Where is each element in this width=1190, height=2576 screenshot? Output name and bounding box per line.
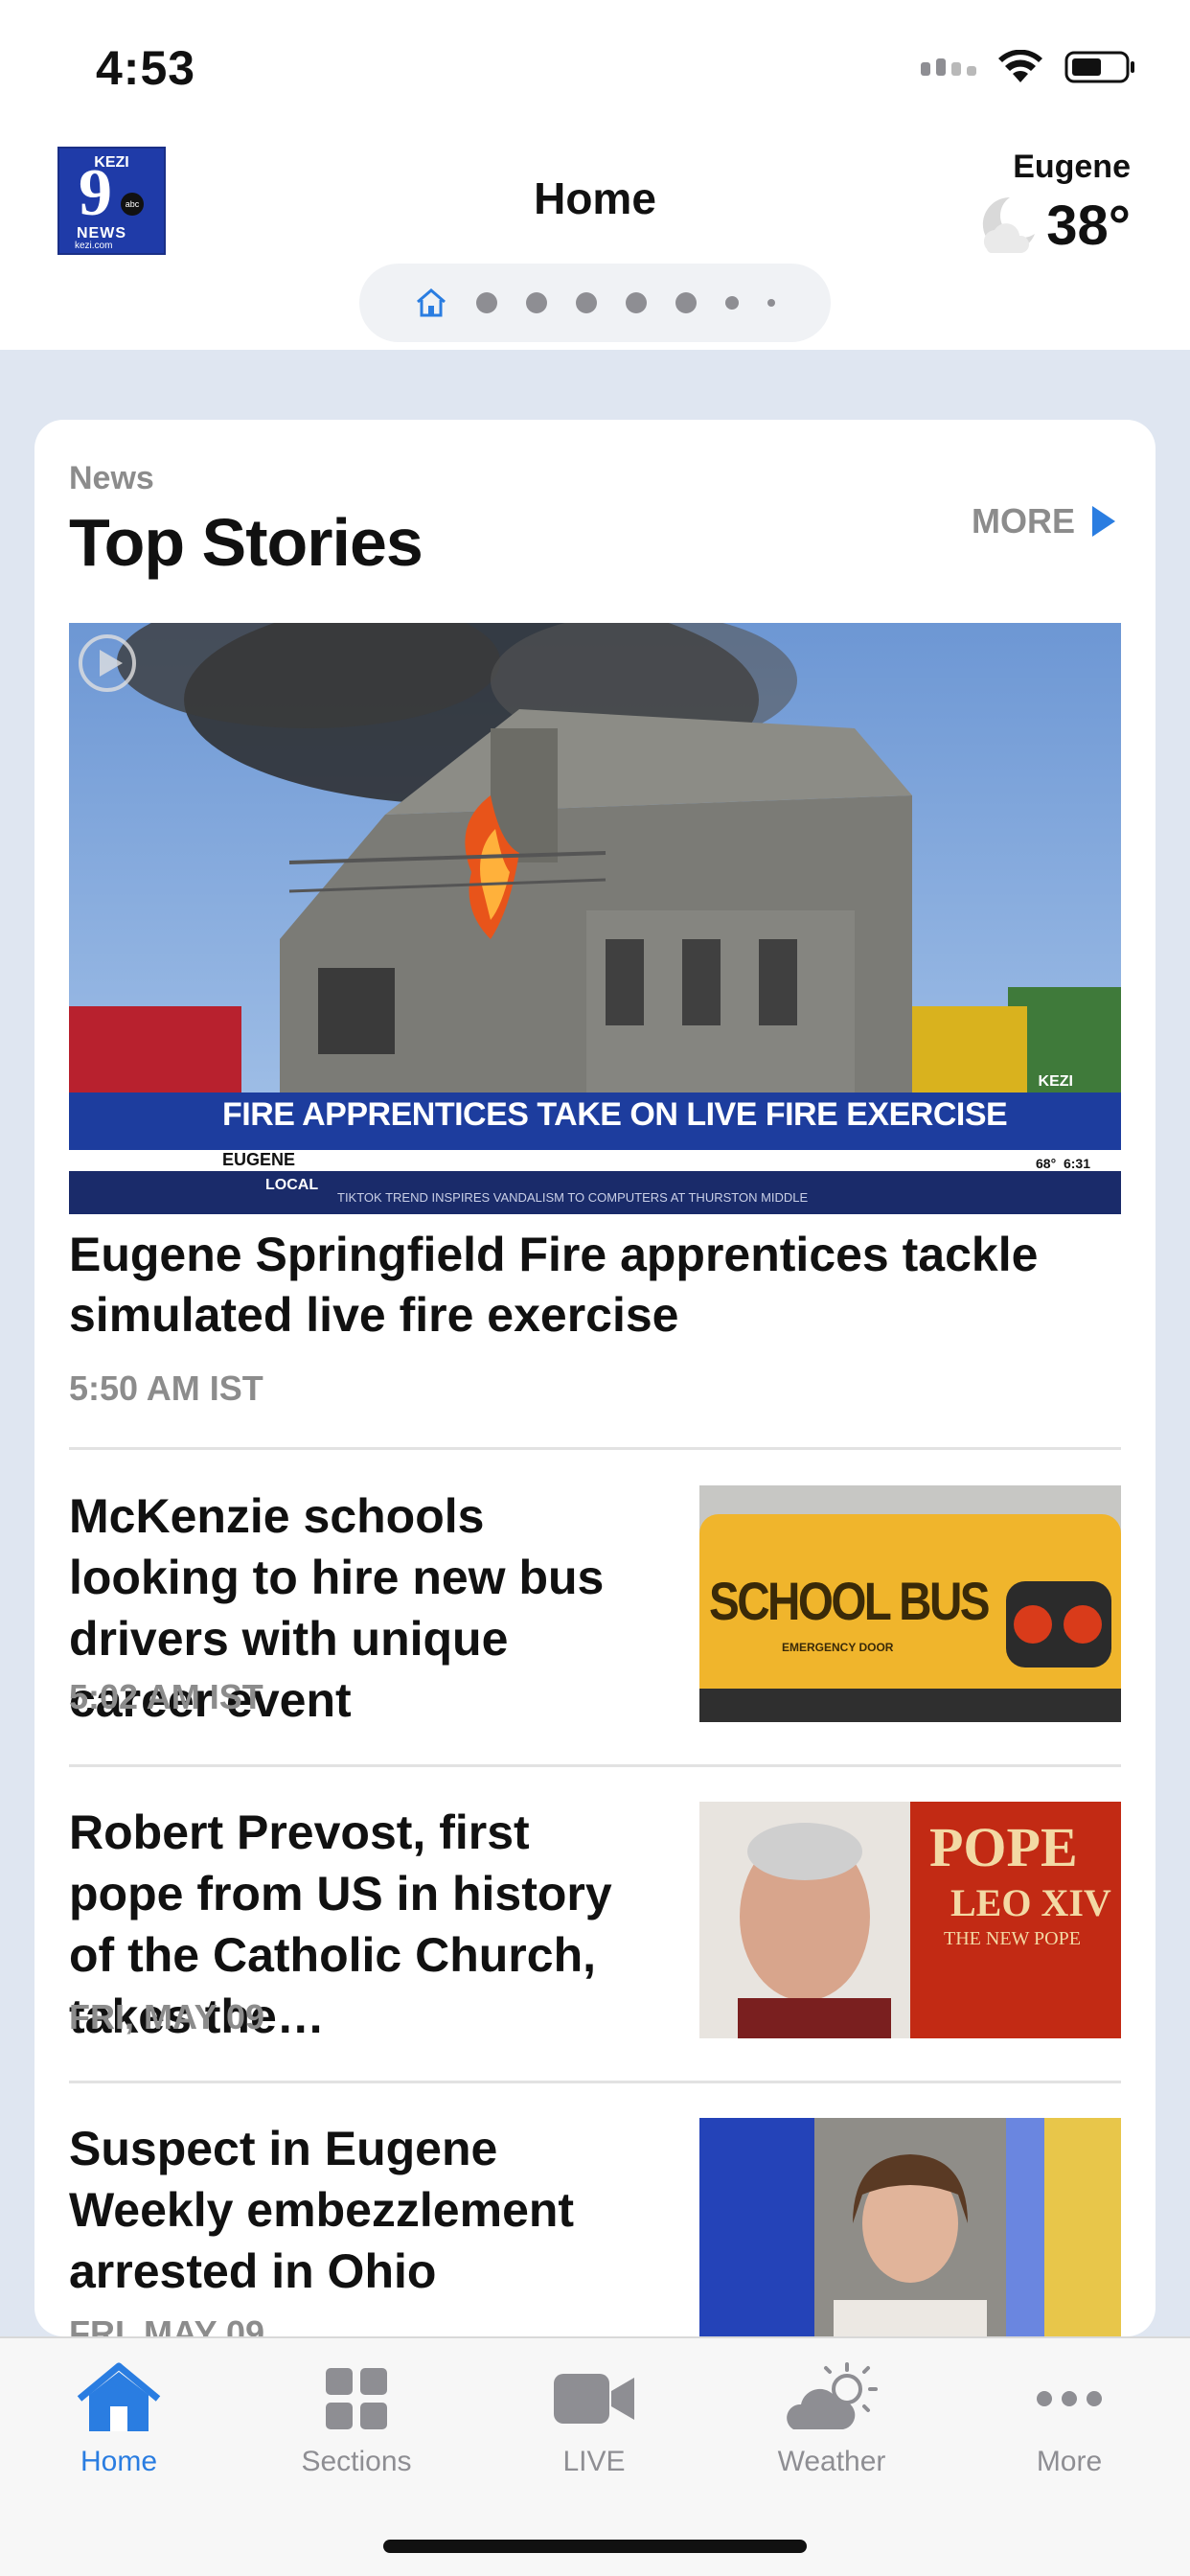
video-camera-icon [554, 2374, 634, 2424]
play-triangle-icon [1092, 506, 1115, 537]
logo-url: kezi.com [75, 241, 113, 251]
status-bar: 4:53 [0, 0, 1190, 134]
list-item[interactable]: Robert Prevost, first pope from US in hi… [69, 1802, 1121, 2089]
thumb-bus-sub: EMERGENCY DOOR [782, 1641, 894, 1654]
tab-live-label: LIVE [562, 2446, 626, 2477]
list-item[interactable]: McKenzie schools looking to hire new bus… [69, 1485, 1121, 1773]
school-bus-thumbnail: SCHOOL BUS EMERGENCY DOOR [699, 1485, 1121, 1722]
hero-ticker: TIKTOK TREND INSPIRES VANDALISM TO COMPU… [337, 1190, 809, 1205]
pope-thumbnail: POPE LEO XIV THE NEW POPE [699, 1802, 1121, 2038]
page-dot[interactable] [675, 292, 697, 313]
thumb-pope-sub2: THE NEW POPE [944, 1928, 1081, 1949]
hero-tag: LOCAL [265, 1177, 319, 1193]
weather-temp: 38° [1046, 194, 1131, 257]
mugshot-thumbnail [699, 2118, 1121, 2336]
page-dot[interactable] [767, 299, 775, 307]
more-link[interactable]: MORE [972, 501, 1117, 541]
page-dot[interactable] [476, 292, 497, 313]
page-dot[interactable] [725, 296, 739, 310]
thumb-bus-text: SCHOOL BUS [709, 1571, 991, 1631]
story-time: FRI, MAY 09 [69, 1997, 265, 2036]
divider [69, 2081, 1121, 2083]
grid-icon [326, 2368, 387, 2429]
page-indicator[interactable] [359, 264, 831, 342]
section-title: Top Stories [69, 505, 423, 580]
tab-sections[interactable]: Sections [261, 2356, 452, 2478]
cloud-sun-icon [787, 2362, 878, 2429]
story-headline: Suspect in Eugene Weekly embezzlement ar… [69, 2122, 575, 2298]
tab-weather-label: Weather [777, 2446, 886, 2477]
thumb-pope-text: POPE [929, 1816, 1078, 1878]
page-dot[interactable] [626, 292, 647, 313]
status-icons [921, 50, 1137, 84]
page-dot[interactable] [576, 292, 597, 313]
tab-more[interactable]: More [973, 2356, 1165, 2478]
list-item[interactable]: Suspect in Eugene Weekly embezzlement ar… [69, 2118, 1121, 2336]
page-dot[interactable] [526, 292, 547, 313]
moon-cloud-icon [983, 196, 1036, 253]
home-icon [417, 288, 446, 317]
app-header: KEZI 9 abc NEWS kezi.com Home Eugene 38° [0, 134, 1190, 350]
hero-banner-text: FIRE APPRENTICES TAKE ON LIVE FIRE EXERC… [222, 1096, 1008, 1133]
hero-location: EUGENE [222, 1150, 296, 1169]
home-indicator[interactable] [383, 2540, 807, 2553]
section-label: News [69, 460, 154, 496]
weather-city: Eugene [1013, 149, 1131, 185]
tab-more-label: More [1036, 2446, 1103, 2477]
house-icon [77, 2362, 161, 2431]
status-time: 4:53 [96, 41, 196, 95]
ellipsis-icon [1037, 2391, 1102, 2406]
story-time: 5:02 AM IST [69, 1677, 263, 1716]
hero-headline[interactable]: Eugene Springfield Fire apprentices tack… [69, 1225, 1121, 1346]
tab-sections-label: Sections [301, 2446, 412, 2477]
top-stories-card: News Top Stories MORE FIRE APPRENTICES T… [34, 420, 1156, 2336]
hero-weather-time: 68° 6:31 [1036, 1156, 1090, 1171]
hero-video-thumbnail[interactable]: FIRE APPRENTICES TAKE ON LIVE FIRE EXERC… [69, 623, 1121, 1214]
hero-channel: KEZI [1038, 1073, 1073, 1090]
divider [69, 1447, 1121, 1450]
tab-live[interactable]: LIVE [498, 2356, 690, 2478]
thumb-pope-sub: LEO XIV [950, 1881, 1111, 1924]
divider [69, 1764, 1121, 1767]
story-time: FRI, MAY 09 [69, 2313, 265, 2336]
hero-time: 5:50 AM IST [69, 1368, 263, 1408]
tab-home-label: Home [80, 2446, 158, 2477]
tab-weather[interactable]: Weather [736, 2356, 927, 2478]
tab-home[interactable]: Home [23, 2356, 215, 2478]
weather-widget[interactable]: Eugene 38° [973, 149, 1131, 259]
more-label: MORE [972, 501, 1075, 540]
cellular-signal-icon [921, 58, 976, 76]
wifi-icon [998, 50, 1042, 82]
battery-icon [1064, 51, 1134, 83]
